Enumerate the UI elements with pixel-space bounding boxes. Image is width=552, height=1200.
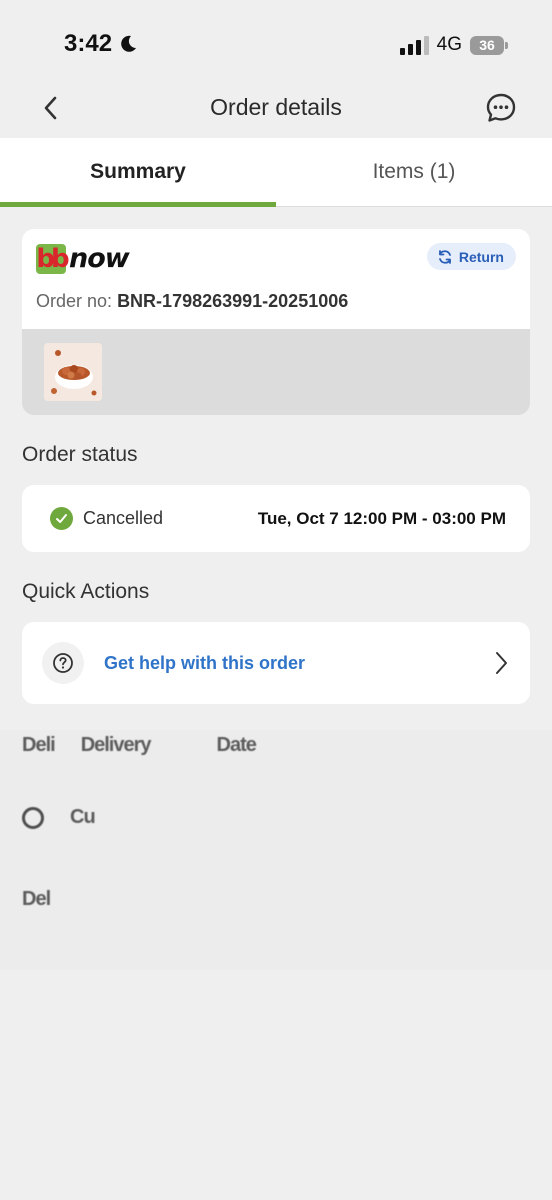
battery-level: 36: [479, 37, 495, 53]
check-circle-icon: [50, 507, 73, 530]
bb-logo-mark: bb: [36, 243, 70, 274]
order-status-card: Cancelled Tue, Oct 7 12:00 PM - 03:00 PM: [22, 485, 530, 552]
redacted-row-3: Del: [22, 888, 51, 911]
get-help-label: Get help with this order: [104, 653, 306, 673]
logo-now-text: now: [69, 243, 130, 274]
chevron-right-icon: [496, 652, 507, 674]
return-label: Return: [458, 248, 504, 265]
product-thumbnail-strip: [22, 329, 530, 415]
battery-icon: 36: [470, 35, 508, 55]
refresh-icon: [438, 249, 451, 264]
tab-bar: Summary Items (1): [0, 138, 552, 207]
signal-icon: [399, 35, 429, 55]
status-text: Cancelled: [83, 508, 164, 528]
redacted-text: Cu: [70, 806, 96, 828]
status-time: 3:42: [64, 30, 138, 58]
chat-bubble-icon: [486, 93, 516, 122]
status-indicator: Cancelled: [50, 507, 163, 530]
order-number: Order no: BNR-1798263991-20251006: [36, 291, 348, 312]
redacted-row-2: Cu: [22, 806, 96, 829]
quick-actions-heading: Quick Actions: [22, 580, 150, 603]
order-no-label: Order no:: [36, 291, 113, 311]
order-no-value: BNR-1798263991-20251006: [117, 291, 349, 311]
delivery-slot: Tue, Oct 7 12:00 PM - 03:00 PM: [257, 509, 506, 528]
redacted-row-1: Deli Delivery Date: [22, 734, 257, 757]
nuts-bowl-image: [44, 343, 102, 401]
return-button[interactable]: Return: [426, 243, 516, 270]
order-status-heading: Order status: [22, 443, 138, 466]
redacted-text: Date: [216, 734, 257, 756]
moon-icon: [121, 35, 137, 52]
logo-bb-text: bb: [36, 243, 69, 274]
question-circle-icon: [42, 642, 84, 684]
top-app-bar: Order details: [0, 80, 552, 138]
status-bar: 3:42 4G 36: [0, 0, 552, 88]
tab-summary[interactable]: Summary: [0, 138, 276, 207]
network-type: 4G: [436, 34, 462, 55]
page-title: Order details: [210, 94, 342, 120]
get-help-row[interactable]: Get help with this order: [22, 622, 530, 704]
time-text: 3:42: [64, 30, 113, 57]
redacted-delivery-section: Deli Delivery Date Cu Del: [0, 730, 552, 970]
redacted-text: Del: [22, 888, 51, 910]
system-indicators: 4G 36: [399, 34, 508, 56]
redacted-text: Deli: [22, 734, 56, 756]
tab-items[interactable]: Items (1): [276, 138, 552, 206]
redacted-text: Delivery: [80, 734, 152, 756]
redacted-icon: [22, 806, 44, 829]
order-card[interactable]: bb now Return Order no: BNR-1798263991-2…: [22, 229, 530, 415]
chat-button[interactable]: [484, 91, 518, 125]
product-thumbnail[interactable]: [44, 343, 102, 401]
bbnow-logo: bb now: [36, 243, 130, 274]
